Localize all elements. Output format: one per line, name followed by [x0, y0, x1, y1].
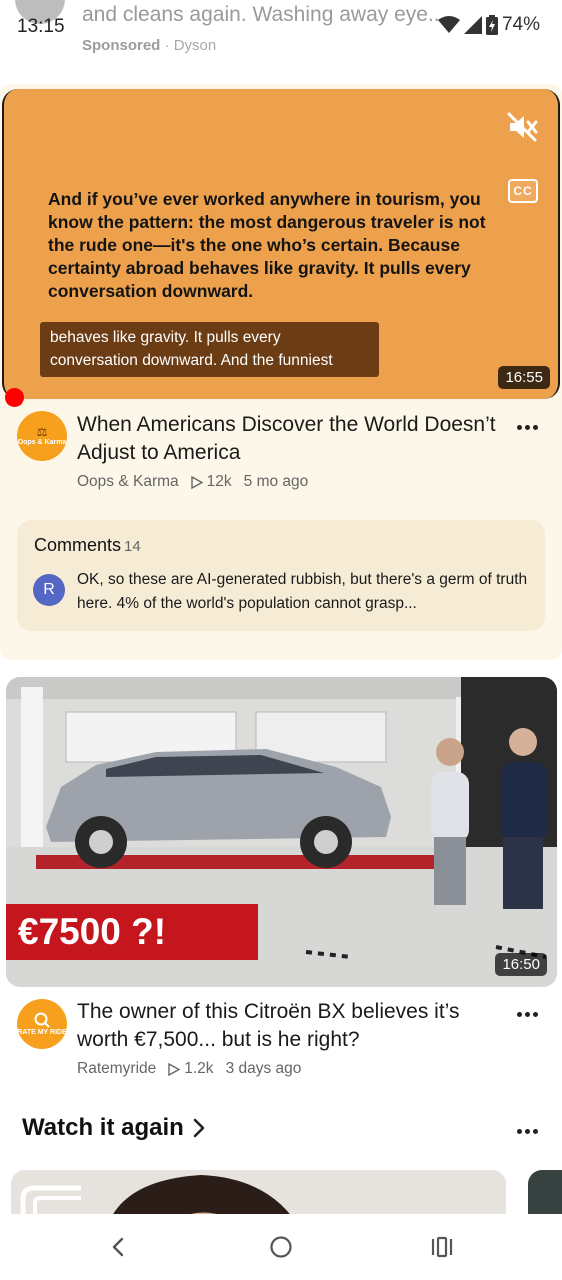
sponsored-label: Sponsored: [82, 37, 161, 54]
video-duration: 16:55: [498, 366, 550, 389]
view-count: 1.2k: [184, 1060, 214, 1077]
video-duration: 16:50: [495, 953, 547, 976]
wifi-icon: [437, 16, 460, 33]
comments-section[interactable]: Comments 14 R OK, so these are AI-generat…: [17, 520, 545, 631]
video-title[interactable]: The owner of this Citroën BX believes it…: [77, 998, 497, 1054]
magnifier-icon: [34, 1012, 50, 1028]
video-meta: Oops & Karma 12k 5 mo ago: [77, 473, 308, 491]
channel-avatar-text: RATE MY RIDE: [17, 1029, 67, 1036]
top-comment-text: OK, so these are AI-generated rubbish, b…: [77, 571, 528, 612]
recents-button[interactable]: [422, 1232, 462, 1262]
video-meta: Ratemyride 1.2k 3 days ago: [77, 1060, 301, 1078]
mute-icon[interactable]: [506, 111, 538, 143]
view-count: 12k: [206, 473, 232, 490]
upload-age: 3 days ago: [225, 1060, 302, 1077]
ad-meta-separator: ·: [164, 37, 170, 54]
more-icon: [516, 1011, 522, 1017]
more-icon: [516, 1128, 522, 1134]
home-button[interactable]: [261, 1232, 301, 1262]
upload-age: 5 mo ago: [243, 473, 309, 490]
channel-avatar[interactable]: ⚖ Oops & Karma: [17, 411, 67, 461]
home-icon: [270, 1236, 292, 1258]
more-options-button[interactable]: [512, 412, 542, 442]
video-slide-text: And if you’ve ever worked anywhere in to…: [48, 189, 486, 301]
channel-name[interactable]: Ratemyride: [77, 1060, 156, 1078]
channel-name[interactable]: Oops & Karma: [77, 473, 179, 491]
video-caption: behaves like gravity. It pulls every con…: [40, 322, 379, 377]
video-thumbnail[interactable]: €7500 ?! 16:50: [6, 677, 557, 987]
watch-again-header[interactable]: Watch it again: [22, 1114, 206, 1142]
status-bar: and cleans again. Washing away eye... Sp…: [0, 0, 562, 70]
back-icon: [112, 1237, 124, 1257]
watch-again-more-button[interactable]: [512, 1116, 542, 1146]
watch-again-title: Watch it again: [22, 1114, 184, 1141]
play-icon: [190, 475, 203, 489]
battery-icon: [485, 15, 498, 35]
comments-count: 14: [124, 538, 141, 555]
comments-label: Comments: [34, 535, 122, 555]
comments-header: Comments 14: [34, 535, 141, 556]
captions-button[interactable]: CC: [508, 179, 538, 203]
battery-percent: 74%: [501, 14, 540, 35]
video-progress-scrubber[interactable]: [5, 388, 24, 407]
channel-avatar-icon: ⚖: [36, 424, 48, 439]
more-options-button[interactable]: [512, 999, 542, 1029]
ad-meta: Sponsored · Dyson: [82, 37, 216, 54]
price-overlay: €7500 ?!: [6, 904, 258, 960]
channel-avatar[interactable]: RATE MY RIDE: [17, 999, 67, 1049]
play-icon: [168, 1062, 181, 1076]
channel-avatar-text: Oops & Karma: [17, 438, 67, 446]
recents-icon: [431, 1236, 453, 1258]
chevron-right-icon: [193, 1118, 205, 1138]
commenter-avatar: R: [33, 574, 65, 606]
video-player[interactable]: CC And if you’ve ever worked anywhere in…: [2, 89, 560, 399]
signal-icon: [463, 16, 482, 34]
video-title[interactable]: When Americans Discover the World Doesn’…: [77, 411, 497, 467]
more-icon: [516, 424, 522, 430]
status-time: 13:15: [17, 16, 65, 37]
status-icons: 74%: [437, 14, 540, 36]
back-button[interactable]: [98, 1232, 138, 1262]
advertiser-name: Dyson: [173, 37, 217, 54]
system-nav-bar: [0, 1214, 562, 1280]
